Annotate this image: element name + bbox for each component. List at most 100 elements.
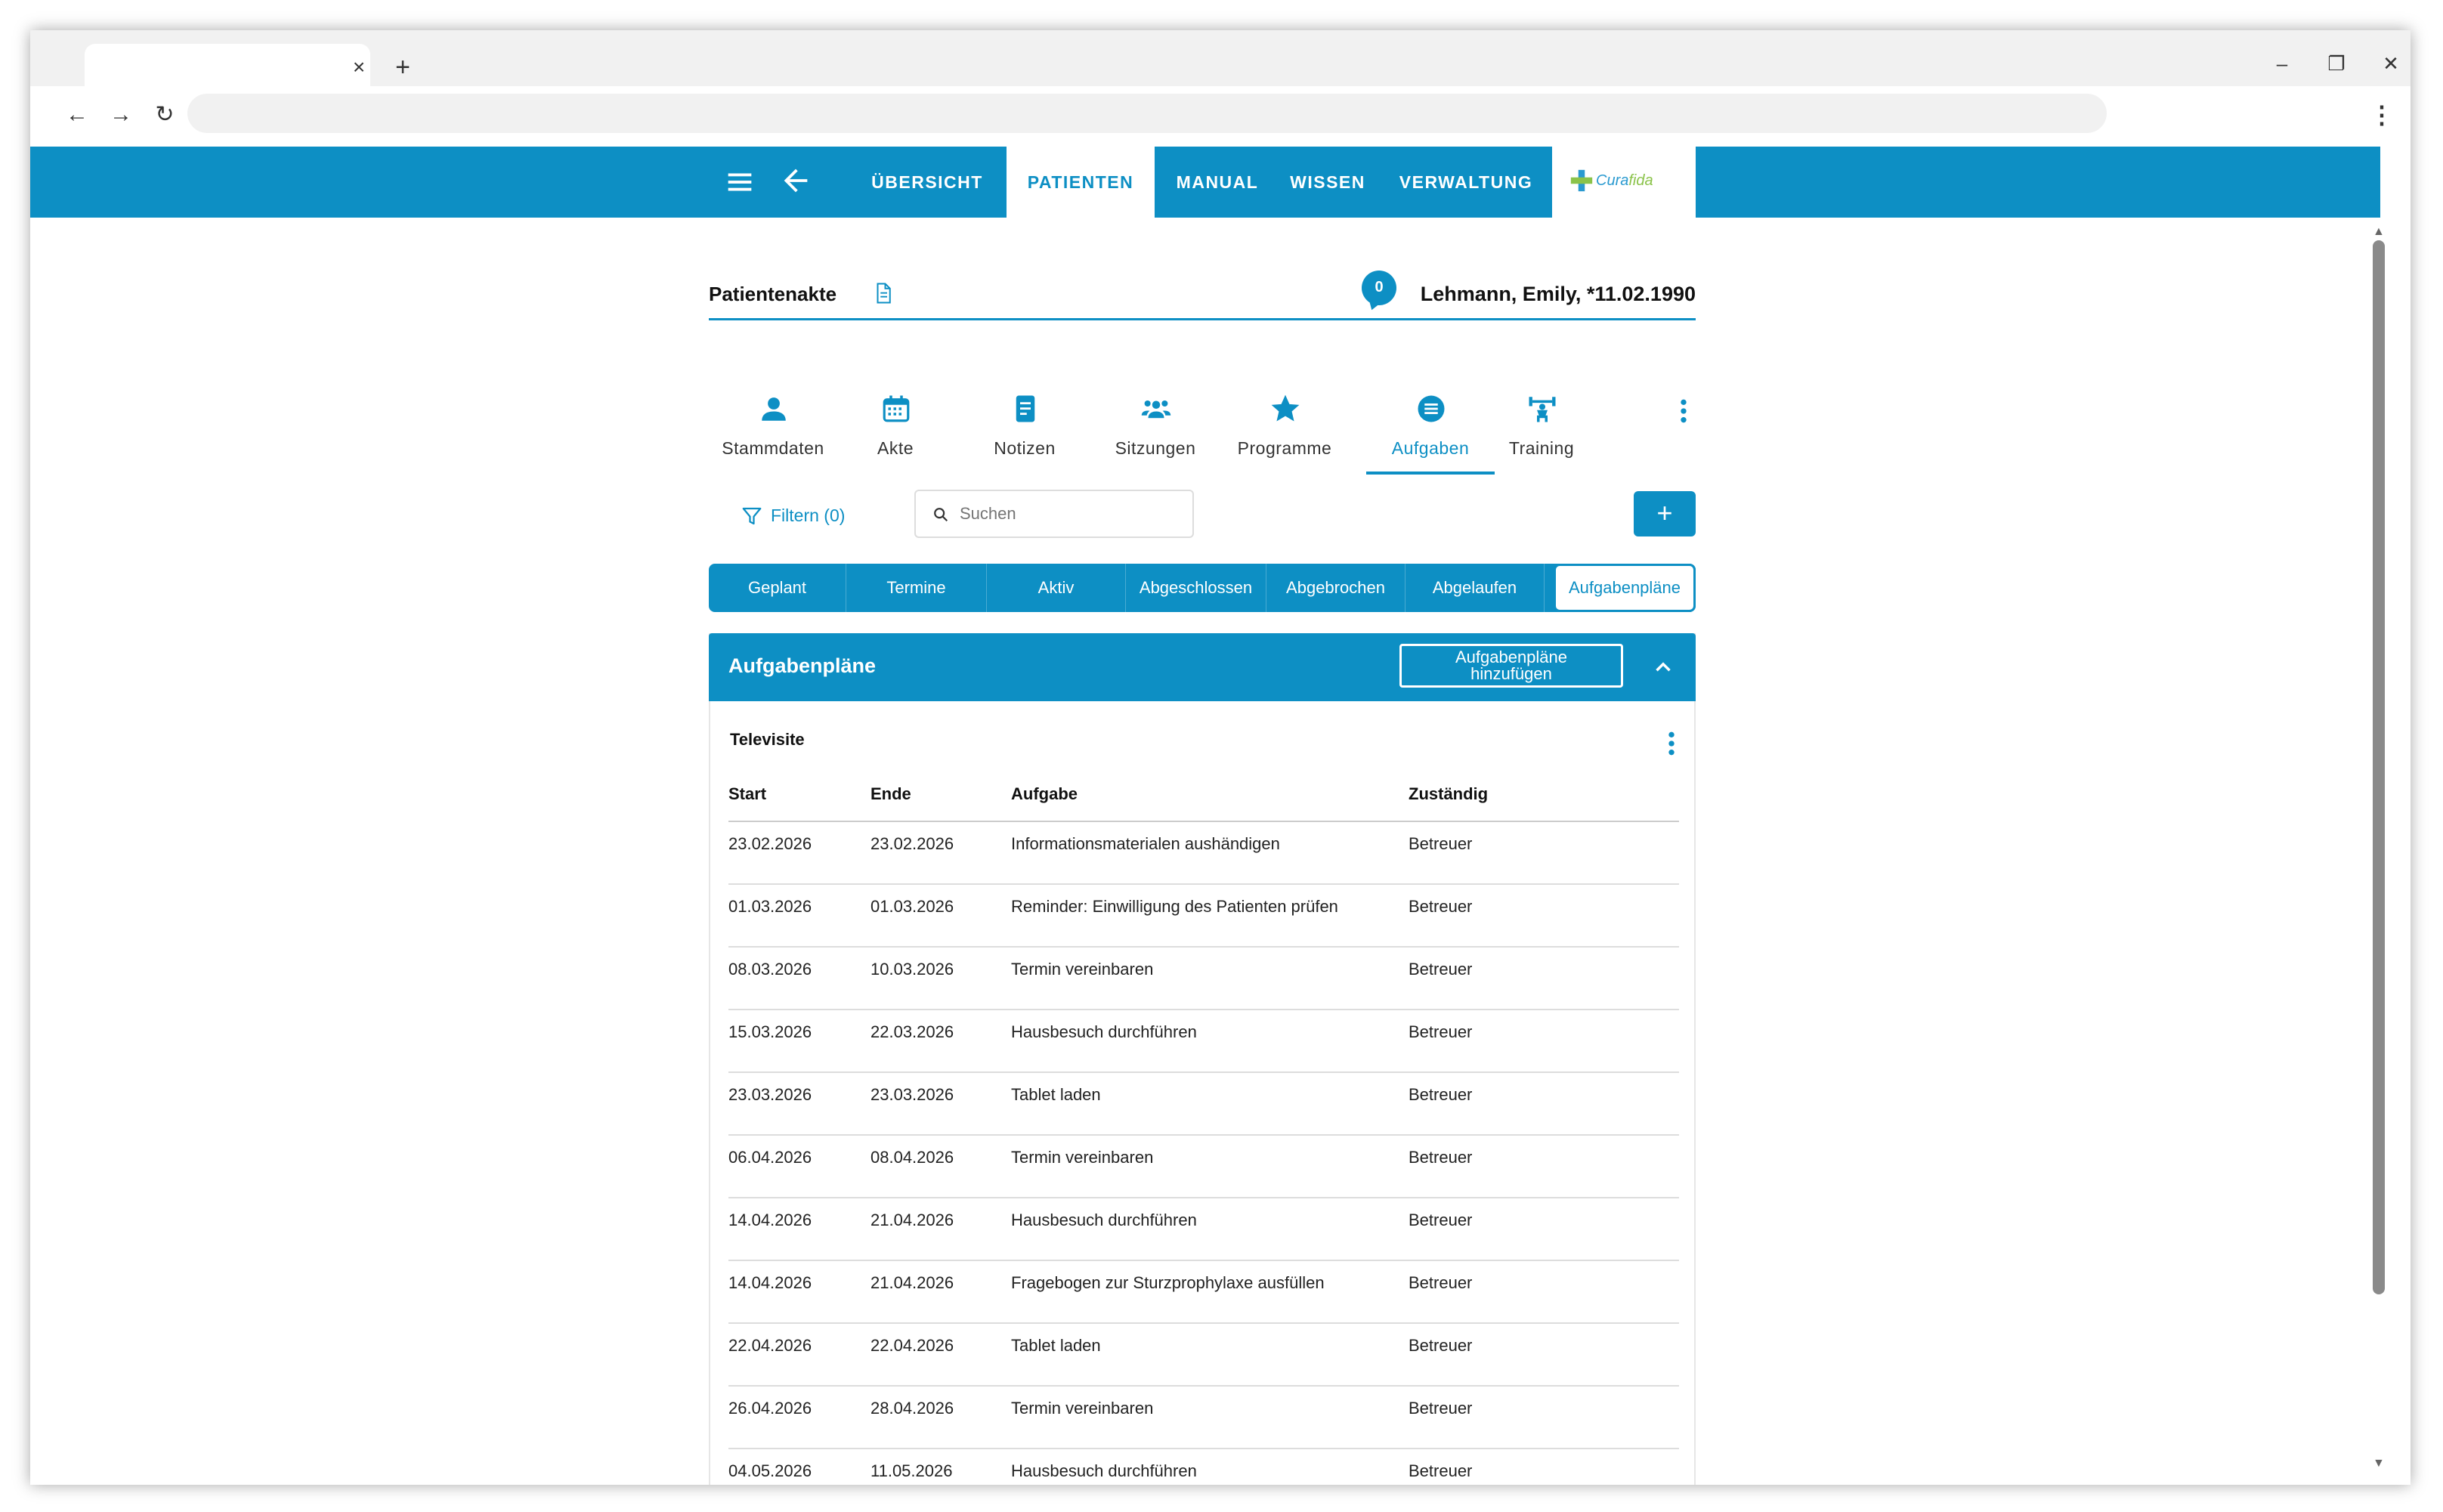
minimize-icon[interactable]: –: [2259, 48, 2305, 79]
table-cell: Hausbesuch durchführen: [1011, 1461, 1197, 1480]
close-window-icon[interactable]: ✕: [2368, 48, 2411, 79]
table-row[interactable]: 01.03.2026 01.03.2026 Reminder: Einwilligu…: [728, 885, 1679, 948]
table-cell: 22.03.2026: [871, 1022, 954, 1041]
table-row[interactable]: 06.04.2026 08.04.2026 Termin vereinbaren Be…: [728, 1136, 1679, 1198]
table-cell: 23.02.2026: [728, 834, 812, 853]
tab-sitzungen[interactable]: Sitzungen: [1091, 384, 1220, 475]
record-tabs: Stammdaten Akte Notizen Sitzungen Progra…: [709, 384, 1696, 475]
patient-name: Lehmann, Emily, *11.02.1990: [1420, 283, 1696, 305]
tab-abgeschlossen[interactable]: Abgeschlossen: [1126, 564, 1266, 612]
table-row[interactable]: 08.03.2026 10.03.2026 Termin vereinbaren Be…: [728, 948, 1679, 1010]
status-tabs: Geplant Termine Aktiv Abgeschlossen Abge…: [709, 564, 1696, 612]
app-header: ÜBERSICHT PATIENTEN MANUAL WISSEN VERWAL…: [30, 147, 2380, 218]
table-cell: Betreuer: [1409, 834, 1473, 853]
table-cell: 23.03.2026: [728, 1085, 812, 1104]
table-cell: 06.04.2026: [728, 1148, 812, 1167]
plan-name: Televisite: [730, 730, 805, 749]
table-cell: Betreuer: [1409, 897, 1473, 916]
table-row[interactable]: 23.03.2026 23.03.2026 Tablet laden Betreuer: [728, 1073, 1679, 1136]
tab-abgelaufen[interactable]: Abgelaufen: [1405, 564, 1545, 612]
table-cell: 10.03.2026: [871, 960, 954, 979]
tab-abgebrochen[interactable]: Abgebrochen: [1266, 564, 1405, 612]
task-list-icon: [1418, 395, 1445, 422]
more-tabs-icon[interactable]: [1676, 396, 1691, 426]
plan-menu-icon[interactable]: [1664, 728, 1679, 759]
table-cell: Reminder: Einwilligung des Patienten prü…: [1011, 897, 1338, 916]
table-cell: Tablet laden: [1011, 1336, 1101, 1355]
address-bar-row: ← → ↻ ⋮: [30, 86, 2411, 144]
note-icon: [1016, 395, 1035, 422]
table-cell: Betreuer: [1409, 1273, 1473, 1292]
tab-geplant[interactable]: Geplant: [709, 564, 846, 612]
messages-badge[interactable]: 0: [1362, 271, 1396, 305]
search-field[interactable]: [914, 490, 1194, 538]
nav-patienten[interactable]: PATIENTEN: [1007, 147, 1155, 218]
group-icon: [1141, 400, 1171, 419]
table-cell: Betreuer: [1409, 1211, 1473, 1229]
table-cell: 22.04.2026: [728, 1336, 812, 1355]
calendar-icon: [883, 395, 910, 422]
table-cell: 15.03.2026: [728, 1022, 812, 1041]
table-cell: 14.04.2026: [728, 1273, 812, 1292]
nav-verwaltung[interactable]: VERWALTUNG: [1383, 147, 1549, 218]
table-cell: 22.04.2026: [871, 1336, 954, 1355]
table-cell: 23.02.2026: [871, 834, 954, 853]
table-cell: Termin vereinbaren: [1011, 1399, 1154, 1418]
nav-wissen[interactable]: WISSEN: [1276, 147, 1380, 218]
scroll-down-arrow[interactable]: ▼: [2373, 1457, 2385, 1470]
table-row[interactable]: 22.04.2026 22.04.2026 Tablet laden Betreuer: [728, 1324, 1679, 1387]
table-row[interactable]: 23.02.2026 23.02.2026 Informationsmaterial…: [728, 822, 1679, 885]
scroll-up-arrow[interactable]: ▲: [2373, 225, 2385, 239]
tab-stammdaten[interactable]: Stammdaten: [709, 384, 837, 475]
table-row[interactable]: 14.04.2026 21.04.2026 Hausbesuch durchführ…: [728, 1198, 1679, 1261]
tab-aktiv[interactable]: Aktiv: [987, 564, 1126, 612]
browser-menu-icon[interactable]: ⋮: [2365, 98, 2398, 131]
table-row[interactable]: 26.04.2026 28.04.2026 Termin vereinbaren Be…: [728, 1387, 1679, 1449]
scrollbar-thumb[interactable]: [2373, 240, 2385, 1294]
table-row[interactable]: 04.05.2026 11.05.2026 Hausbesuch durchführ…: [728, 1449, 1679, 1485]
table-cell: Betreuer: [1409, 1022, 1473, 1041]
add-task-plans-button[interactable]: Aufgabenpläne hinzufügen: [1399, 644, 1623, 688]
table-cell: Betreuer: [1409, 960, 1473, 979]
add-button[interactable]: +: [1634, 491, 1696, 536]
back-icon[interactable]: ←: [60, 98, 94, 131]
tab-training[interactable]: Training: [1477, 384, 1606, 475]
table-cell: Termin vereinbaren: [1011, 960, 1154, 979]
document-icon[interactable]: [872, 281, 895, 305]
nav-uebersicht[interactable]: ÜBERSICHT: [855, 147, 999, 218]
logo[interactable]: Curafida: [1552, 147, 1696, 218]
back-arrow-icon[interactable]: [778, 163, 813, 198]
table-cell: 14.04.2026: [728, 1211, 812, 1229]
logo-cross-icon: [1570, 169, 1593, 192]
tab-notizen[interactable]: Notizen: [960, 384, 1089, 475]
table-row[interactable]: 14.04.2026 21.04.2026 Fragebogen zur Sturz…: [728, 1261, 1679, 1324]
tab-termine[interactable]: Termine: [846, 564, 987, 612]
table-cell: Fragebogen zur Sturzprophylaxe ausfüllen: [1011, 1273, 1325, 1292]
column-header[interactable]: Zuständig: [1409, 784, 1488, 804]
restore-icon[interactable]: ❐: [2314, 48, 2359, 79]
browser-tab[interactable]: [85, 44, 370, 86]
table-cell: Tablet laden: [1011, 1085, 1101, 1104]
table-cell: Betreuer: [1409, 1461, 1473, 1480]
nav-manual[interactable]: MANUAL: [1164, 147, 1271, 218]
tab-akte[interactable]: Akte: [831, 384, 960, 475]
column-header[interactable]: Ende: [871, 784, 911, 804]
forward-icon[interactable]: →: [104, 98, 138, 131]
menu-icon[interactable]: [722, 165, 757, 199]
table-cell: 11.05.2026: [871, 1461, 953, 1480]
tab-close-icon[interactable]: ×: [348, 56, 370, 79]
column-header[interactable]: Aufgabe: [1011, 784, 1078, 804]
table-row[interactable]: 15.03.2026 22.03.2026 Hausbesuch durchführ…: [728, 1010, 1679, 1073]
logo-text: Curafida: [1596, 172, 1653, 189]
tab-aufgabenplaene[interactable]: Aufgabenpläne: [1554, 564, 1696, 612]
reload-icon[interactable]: ↻: [148, 98, 181, 131]
column-header[interactable]: Start: [728, 784, 766, 804]
tab-programme[interactable]: Programme: [1220, 384, 1349, 475]
tab-aufgaben[interactable]: Aufgaben: [1366, 384, 1495, 475]
new-tab-icon[interactable]: +: [390, 54, 416, 80]
tab-strip: × + – ❐ ✕: [30, 30, 2411, 86]
search-input[interactable]: [960, 499, 1179, 529]
address-bar[interactable]: [187, 94, 2107, 133]
table-cell: Betreuer: [1409, 1085, 1473, 1104]
chevron-up-icon[interactable]: [1650, 654, 1676, 680]
